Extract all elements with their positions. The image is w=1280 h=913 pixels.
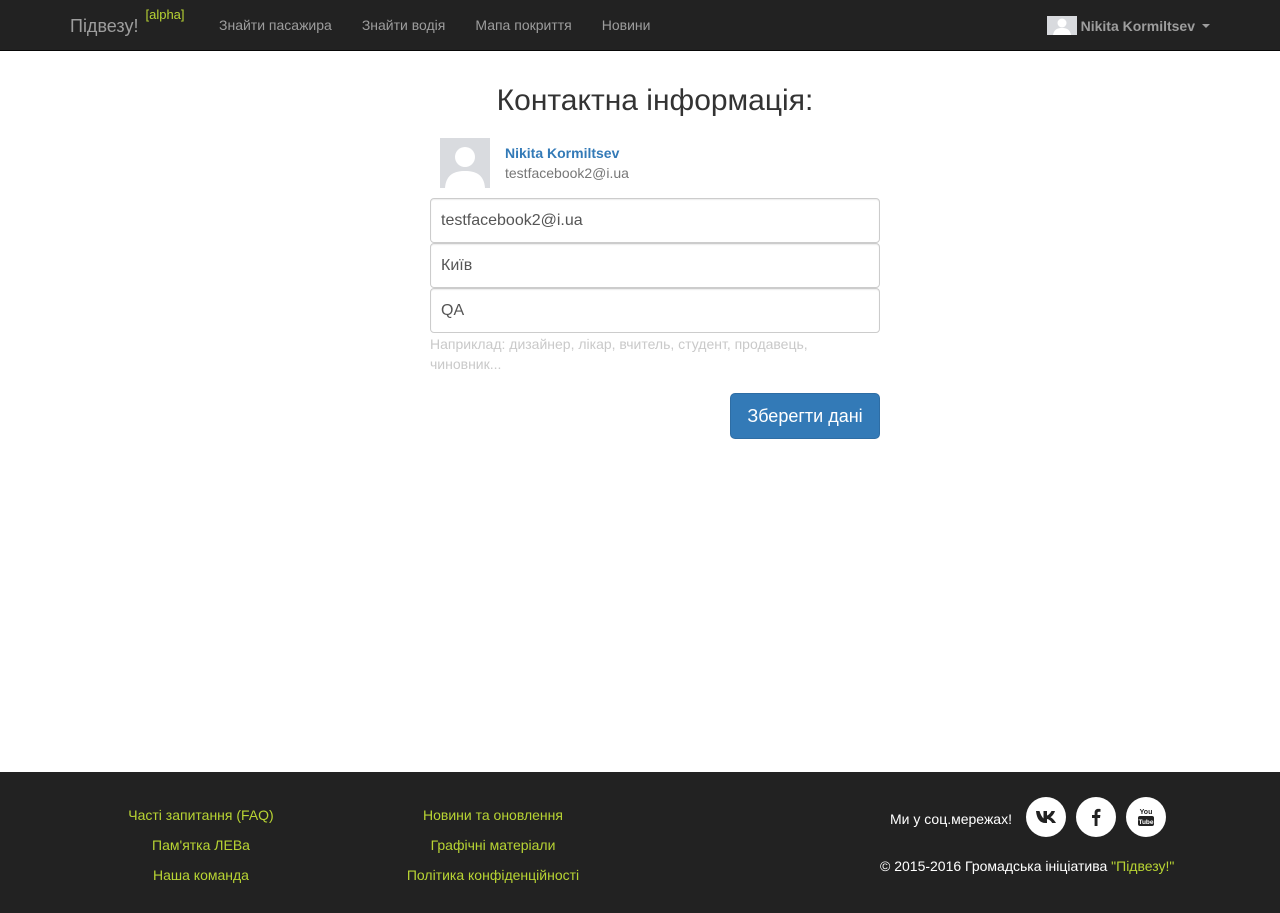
profile-card: Nikita Kormiltsev testfacebook2@i.ua <box>440 138 629 188</box>
avatar <box>440 138 490 188</box>
user-menu-name: Nikita Kormiltsev <box>1080 17 1195 34</box>
svg-text:You: You <box>1140 809 1153 816</box>
profile-email: testfacebook2@i.ua <box>505 165 629 181</box>
footer-link-privacy[interactable]: Політика конфіденційності <box>362 860 624 890</box>
copyright: © 2015-2016 Громадська ініціатива "Підве… <box>880 858 1174 874</box>
youtube-icon: You Tube <box>1138 809 1154 826</box>
brand-name: Підвезу! <box>70 16 139 36</box>
vk-button[interactable] <box>1026 797 1066 837</box>
user-silhouette-icon <box>445 147 485 188</box>
user-menu-dropdown[interactable]: Nikita Kormiltsev <box>1046 0 1210 51</box>
caret-down-icon <box>1202 23 1210 28</box>
footer-link-graphics[interactable]: Графічні матеріали <box>362 830 624 860</box>
nav-links: Знайти пасажира Знайти водія Мапа покрит… <box>204 0 665 51</box>
footer-link-leva-memo[interactable]: Пам'ятка ЛЕВа <box>70 830 332 860</box>
top-navbar: Підвезу! [alpha] Знайти пасажира Знайти … <box>0 0 1280 51</box>
facebook-button[interactable] <box>1076 797 1116 837</box>
footer-links-col-2: Новини та оновлення Графічні матеріали П… <box>362 800 624 890</box>
svg-text:Tube: Tube <box>1138 819 1153 826</box>
user-silhouette-icon <box>1052 18 1071 35</box>
user-avatar-small <box>1046 16 1077 35</box>
city-field[interactable] <box>430 243 880 288</box>
youtube-button[interactable]: You Tube <box>1126 797 1166 837</box>
profile-info: Nikita Kormiltsev testfacebook2@i.ua <box>505 138 629 188</box>
footer-link-faq[interactable]: Часті запитання (FAQ) <box>70 800 332 830</box>
occupation-field[interactable] <box>430 288 880 333</box>
nav-coverage-map[interactable]: Мапа покриття <box>460 0 586 51</box>
social-label: Ми у соц.мережах! <box>890 811 1012 827</box>
profile-name-link[interactable]: Nikita Kormiltsev <box>505 145 629 161</box>
facebook-icon <box>1092 808 1101 826</box>
brand-badge: [alpha] <box>145 7 185 22</box>
occupation-help-text: Наприклад: дизайнер, лікар, вчитель, сту… <box>430 336 808 372</box>
page-title: Контактна інформація: <box>496 84 814 117</box>
brand-link[interactable]: Підвезу! [alpha] <box>70 7 185 37</box>
footer-link-news-updates[interactable]: Новини та оновлення <box>362 800 624 830</box>
vk-icon <box>1036 811 1056 823</box>
save-button[interactable]: Зберегти дані <box>730 393 880 439</box>
nav-find-passenger[interactable]: Знайти пасажира <box>204 0 347 51</box>
nav-find-driver[interactable]: Знайти водія <box>347 0 461 51</box>
copyright-text: © 2015-2016 Громадська ініціатива <box>880 858 1108 874</box>
email-field[interactable] <box>430 198 880 243</box>
nav-news[interactable]: Новини <box>587 0 666 51</box>
copyright-project-link[interactable]: "Підвезу!" <box>1111 858 1174 874</box>
footer-link-team[interactable]: Наша команда <box>70 860 332 890</box>
footer-links-col-1: Часті запитання (FAQ) Пам'ятка ЛЕВа Наша… <box>70 800 332 890</box>
footer: Часті запитання (FAQ) Пам'ятка ЛЕВа Наша… <box>0 772 1280 913</box>
